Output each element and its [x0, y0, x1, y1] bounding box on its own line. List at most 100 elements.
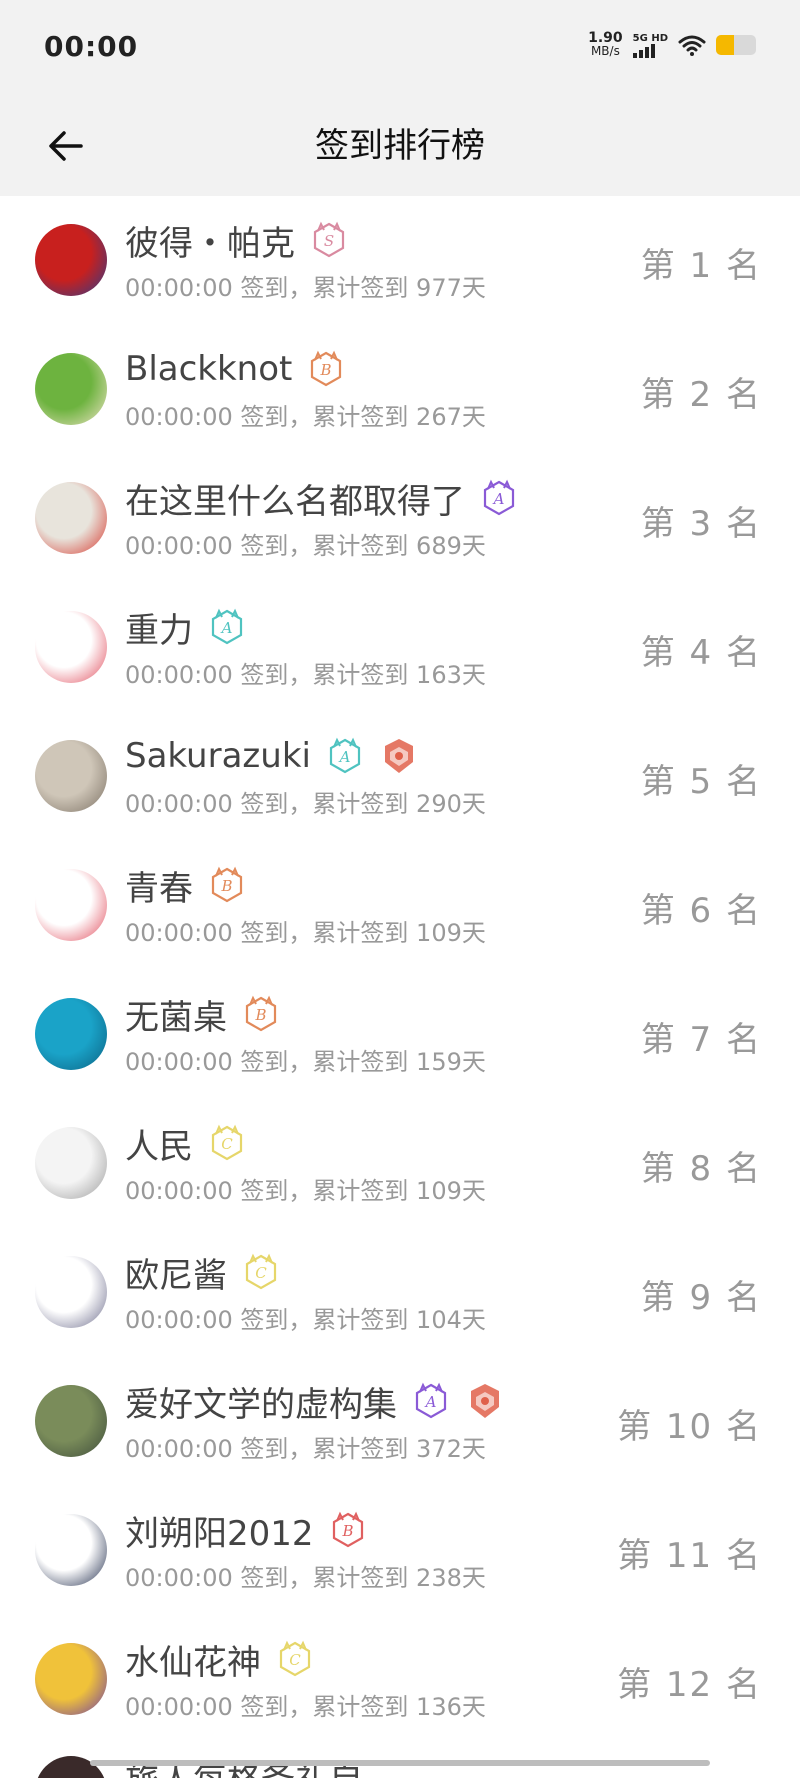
- list-item-partial[interactable]: 旅人每格备礼自: [0, 1744, 800, 1778]
- rank-label: 第 7 名: [640, 1020, 762, 1060]
- avatar[interactable]: [35, 1127, 107, 1199]
- rank-label: 第 3 名: [640, 504, 762, 544]
- list-item[interactable]: Sakurazuki A 00:00:00 签到，累计签到 290天 第 5 名: [0, 712, 800, 841]
- rank-label: 第 10 名: [617, 1407, 762, 1447]
- level-a-badge-icon: A: [329, 737, 361, 774]
- level-b-badge-icon: B: [311, 350, 342, 387]
- crest-badge-icon: [471, 1384, 499, 1418]
- user-name[interactable]: 欧尼酱: [125, 1248, 227, 1297]
- checkin-info: 00:00:00 签到，累计签到 104天: [125, 1306, 486, 1334]
- rank-label: 第 5 名: [640, 762, 762, 802]
- name-line: 水仙花神 C: [125, 1635, 315, 1684]
- level-a-badge-icon: A: [483, 479, 515, 516]
- svg-text:C: C: [289, 1651, 301, 1669]
- level-a-badge-icon: A: [415, 1382, 447, 1419]
- avatar[interactable]: [35, 740, 107, 812]
- checkin-info: 00:00:00 签到，累计签到 109天: [125, 919, 486, 947]
- battery-icon: [716, 35, 756, 55]
- list-item[interactable]: 彼得・帕克 S 00:00:00 签到，累计签到 977天 第 1 名: [0, 196, 800, 325]
- checkin-info: 00:00:00 签到，累计签到 689天: [125, 532, 486, 560]
- rank-label: 第 4 名: [640, 633, 762, 673]
- level-c-badge-icon: C: [211, 1124, 243, 1161]
- user-name[interactable]: 人民: [125, 1119, 193, 1168]
- name-line: 人民 C: [125, 1119, 247, 1168]
- ranking-list: 彼得・帕克 S 00:00:00 签到，累计签到 977天 第 1 名 Blackkno…: [0, 196, 800, 1744]
- rank-label: 第 6 名: [640, 891, 762, 931]
- net-speed: 1.90 MB/s: [588, 31, 623, 58]
- user-name[interactable]: 在这里什么名都取得了: [125, 474, 465, 523]
- page-title: 签到排行榜: [315, 126, 485, 166]
- list-item[interactable]: 人民 C 00:00:00 签到，累计签到 109天 第 8 名: [0, 1099, 800, 1228]
- name-line: Blackknot B: [125, 347, 346, 391]
- level-c-badge-icon: C: [279, 1640, 311, 1677]
- rank-label: 第 1 名: [640, 246, 762, 286]
- user-name[interactable]: 刘朔阳2012: [125, 1506, 314, 1555]
- checkin-info: 00:00:00 签到，累计签到 267天: [125, 403, 486, 431]
- avatar[interactable]: [35, 1256, 107, 1328]
- level-b-badge-icon: B: [211, 866, 243, 903]
- avatar[interactable]: [35, 611, 107, 683]
- list-item[interactable]: 爱好文学的虚构集 A 00:00:00 签到，累计签到 372天 第 10 名: [0, 1357, 800, 1486]
- level-b-badge-icon: B: [332, 1511, 363, 1548]
- status-icons: 1.90 MB/s 5G HD: [588, 31, 756, 58]
- level-s-badge-icon: S: [313, 221, 345, 258]
- avatar[interactable]: [35, 1643, 107, 1715]
- user-name[interactable]: Blackknot: [125, 349, 292, 389]
- avatar[interactable]: [35, 224, 107, 296]
- user-name[interactable]: 青春: [125, 861, 193, 910]
- user-name[interactable]: 爱好文学的虚构集: [125, 1377, 397, 1426]
- net-speed-unit: MB/s: [590, 44, 620, 58]
- svg-text:S: S: [324, 232, 334, 250]
- avatar[interactable]: [35, 1385, 107, 1457]
- avatar[interactable]: [35, 1514, 107, 1586]
- name-line: 欧尼酱 C: [125, 1248, 281, 1297]
- avatar[interactable]: [35, 869, 107, 941]
- checkin-info: 00:00:00 签到，累计签到 290天: [125, 790, 486, 818]
- rank-label: 第 9 名: [640, 1278, 762, 1318]
- user-name[interactable]: 水仙花神: [125, 1635, 261, 1684]
- status-bar: 00:00 1.90 MB/s 5G HD: [0, 0, 800, 96]
- avatar[interactable]: [35, 998, 107, 1070]
- list-item[interactable]: Blackknot B 00:00:00 签到，累计签到 267天 第 2 名: [0, 325, 800, 454]
- list-item[interactable]: 刘朔阳2012 B 00:00:00 签到，累计签到 238天 第 11 名: [0, 1486, 800, 1615]
- signal-icon: 5G HD: [632, 33, 668, 58]
- checkin-info: 00:00:00 签到，累计签到 238天: [125, 1564, 486, 1592]
- svg-text:A: A: [492, 490, 505, 508]
- checkin-info: 00:00:00 签到，累计签到 159天: [125, 1048, 486, 1076]
- user-name[interactable]: 无菌桌: [125, 990, 227, 1039]
- rank-label: 第 11 名: [617, 1536, 762, 1576]
- svg-text:B: B: [320, 361, 332, 379]
- checkin-info: 00:00:00 签到，累计签到 109天: [125, 1177, 486, 1205]
- level-b-badge-icon: B: [245, 995, 277, 1032]
- list-item[interactable]: 在这里什么名都取得了 A 00:00:00 签到，累计签到 689天 第 3 名: [0, 454, 800, 583]
- level-c-badge-icon: C: [245, 1253, 277, 1290]
- rank-label: 第 8 名: [640, 1149, 762, 1189]
- name-line: 在这里什么名都取得了 A: [125, 474, 519, 523]
- checkin-info: 00:00:00 签到，累计签到 163天: [125, 661, 486, 689]
- checkin-info: 00:00:00 签到，累计签到 372天: [125, 1435, 486, 1463]
- name-line: 彼得・帕克 S: [125, 216, 349, 265]
- list-item[interactable]: 水仙花神 C 00:00:00 签到，累计签到 136天 第 12 名: [0, 1615, 800, 1744]
- avatar[interactable]: [35, 353, 107, 425]
- checkin-info: 00:00:00 签到，累计签到 977天: [125, 274, 486, 302]
- user-name[interactable]: 彼得・帕克: [125, 216, 295, 265]
- svg-text:C: C: [255, 1264, 267, 1282]
- user-name[interactable]: Sakurazuki: [125, 736, 311, 776]
- crest-badge-icon: [384, 739, 413, 773]
- svg-text:A: A: [424, 1393, 437, 1411]
- status-time: 00:00: [44, 30, 139, 63]
- list-item[interactable]: 欧尼酱 C 00:00:00 签到，累计签到 104天 第 9 名: [0, 1228, 800, 1357]
- rank-label: 第 12 名: [617, 1665, 762, 1705]
- list-item[interactable]: 重力 A 00:00:00 签到，累计签到 163天 第 4 名: [0, 583, 800, 712]
- title-bar: 签到排行榜: [0, 96, 800, 196]
- name-line: 重力 A: [125, 603, 247, 652]
- svg-text:B: B: [254, 1006, 266, 1024]
- list-item[interactable]: 青春 B 00:00:00 签到，累计签到 109天 第 6 名: [0, 841, 800, 970]
- list-item[interactable]: 无菌桌 B 00:00:00 签到，累计签到 159天 第 7 名: [0, 970, 800, 1099]
- name-line: 青春 B: [125, 861, 247, 910]
- rank-label: 第 2 名: [640, 375, 762, 415]
- user-name[interactable]: 重力: [125, 603, 193, 652]
- svg-text:B: B: [220, 877, 232, 895]
- checkin-info: 00:00:00 签到，累计签到 136天: [125, 1693, 486, 1721]
- avatar[interactable]: [35, 482, 107, 554]
